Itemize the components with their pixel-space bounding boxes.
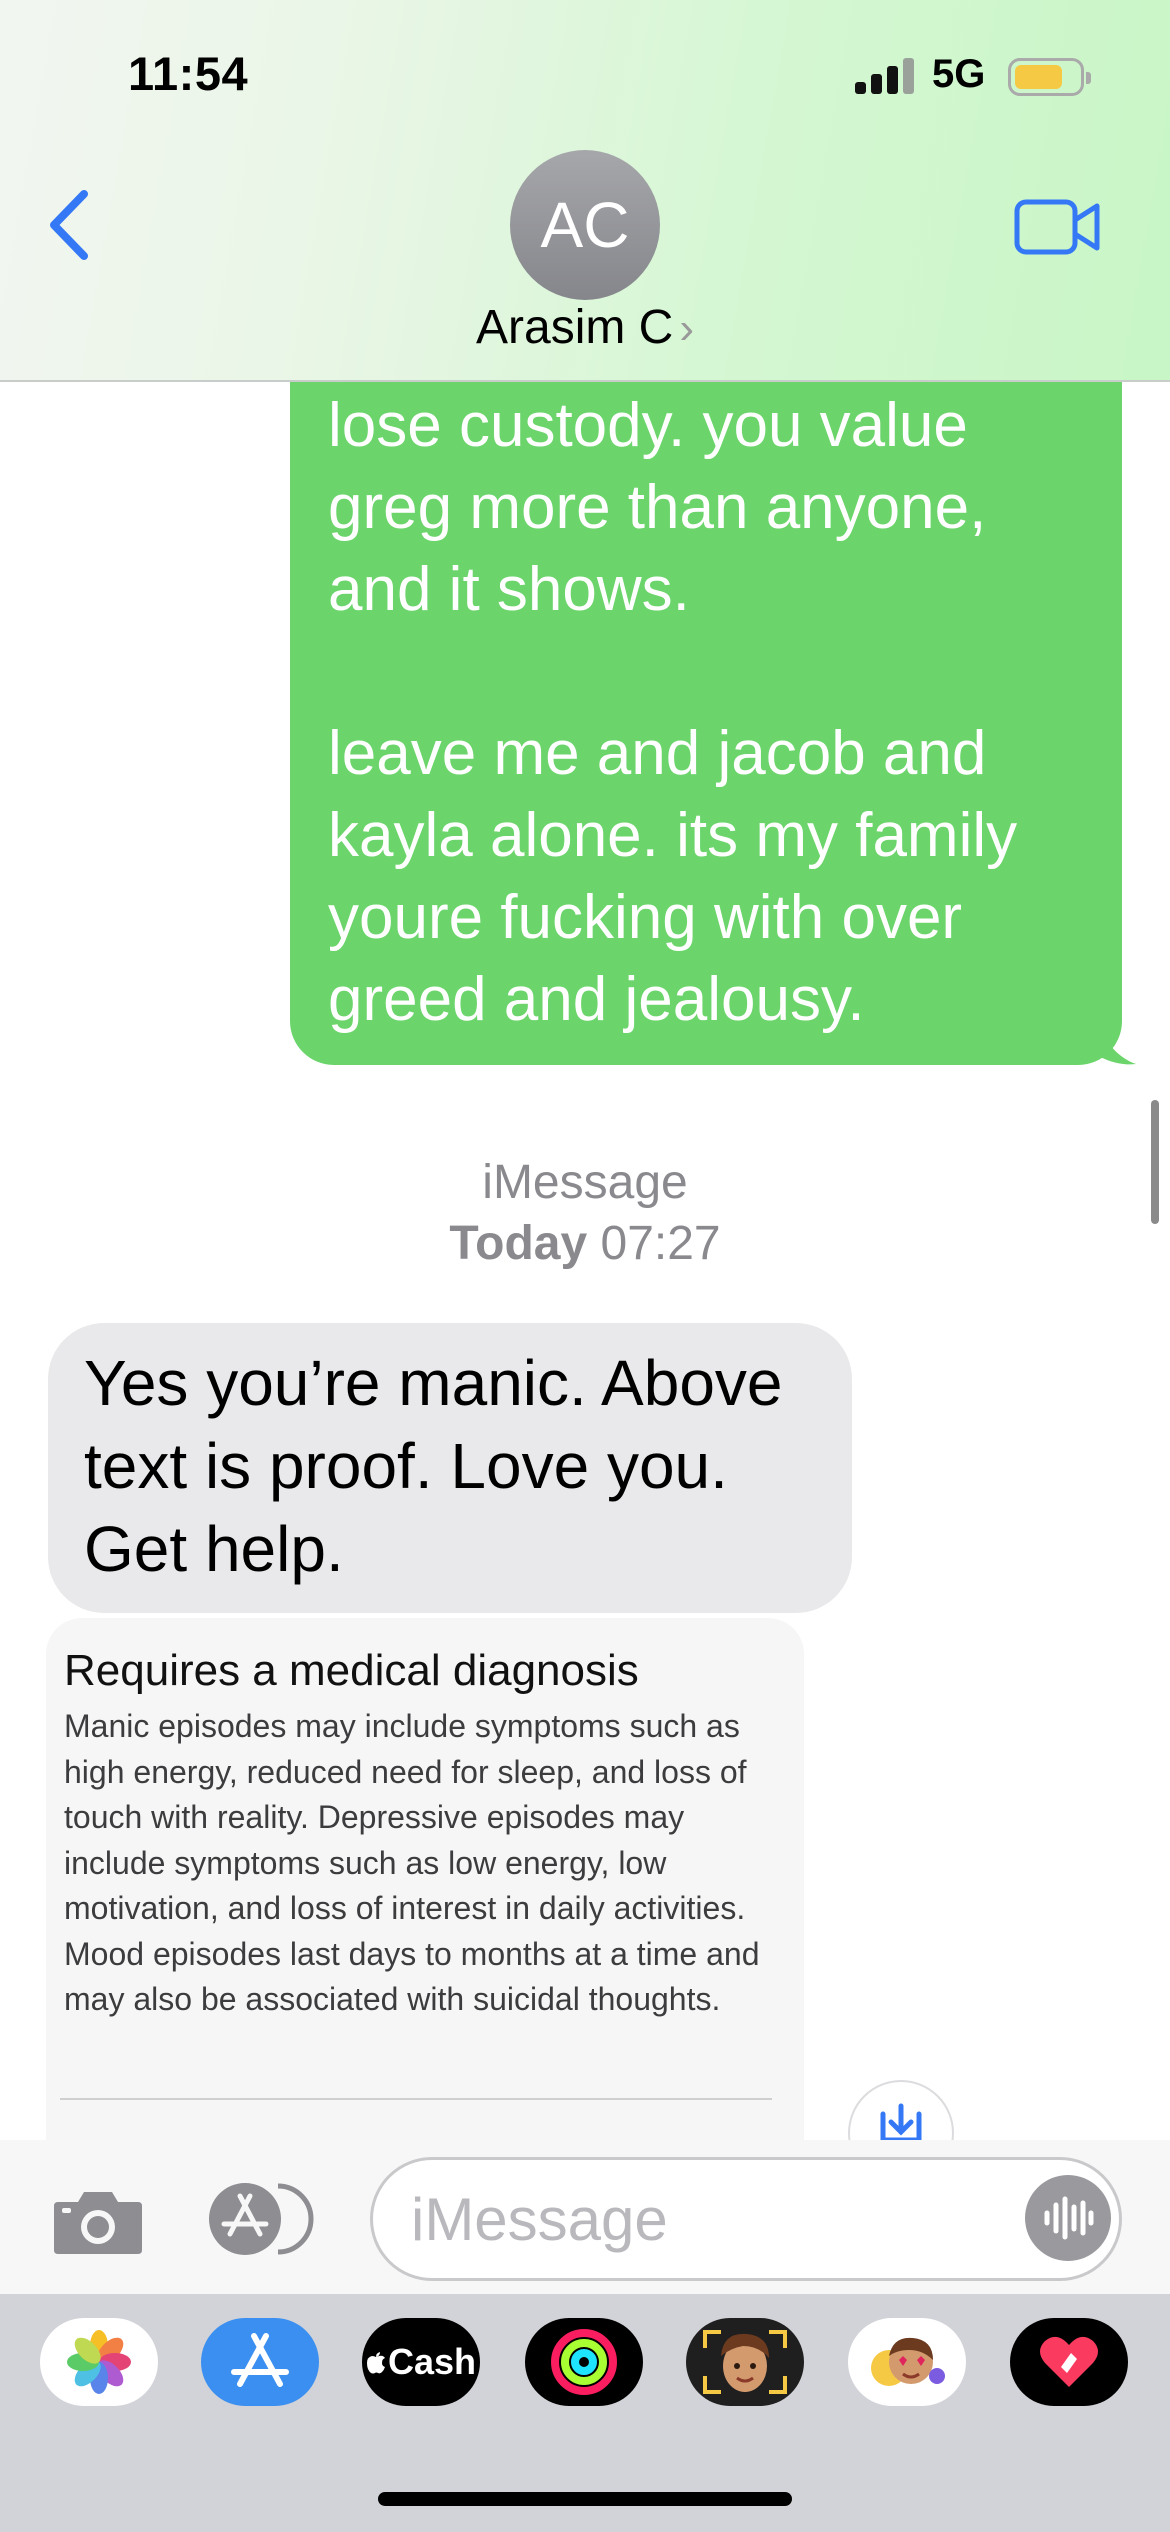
app-store-icon	[209, 2183, 314, 2255]
chevron-right-icon: ›	[679, 304, 694, 353]
divider	[60, 2098, 772, 2100]
status-time: 11:54	[128, 47, 249, 100]
message-input[interactable]	[370, 2157, 1122, 2281]
back-button[interactable]	[40, 180, 100, 270]
photos-icon	[67, 2330, 131, 2394]
message-timestamp: Today 07:27	[0, 1216, 1170, 1271]
app-store-icon	[231, 2333, 289, 2387]
received-message-text: Yes you’re manic. Above text is proof. L…	[84, 1347, 783, 1585]
chevron-left-icon	[50, 190, 88, 260]
fitness-rings-icon	[551, 2329, 617, 2395]
video-camera-icon	[1014, 199, 1100, 255]
share-icon	[880, 2103, 922, 2142]
battery-icon	[1008, 58, 1091, 96]
contact-name: Arasim C	[476, 301, 674, 354]
audio-waveform-icon	[1044, 2196, 1094, 2240]
apple-cash-label: Cash	[387, 2341, 477, 2382]
animoji-stickers-icon	[871, 2337, 945, 2386]
home-indicator[interactable]	[378, 2492, 792, 2506]
camera-button[interactable]	[52, 2186, 144, 2256]
photos-app-button[interactable]	[40, 2318, 158, 2406]
audio-message-button[interactable]	[1025, 2175, 1111, 2261]
facetime-video-button[interactable]	[1014, 198, 1102, 256]
info-card-body: Manic episodes may include symptoms such…	[64, 1708, 760, 2017]
timestamp-day: Today	[449, 1217, 588, 1270]
apple-logo-icon	[366, 2352, 385, 2374]
camera-icon	[54, 2192, 142, 2254]
memoji-icon	[703, 2330, 787, 2394]
animoji-stickers-app-button[interactable]	[848, 2318, 966, 2406]
network-type: 5G	[932, 52, 986, 96]
digital-touch-app-button[interactable]	[1010, 2318, 1128, 2406]
fitness-app-button[interactable]	[525, 2318, 643, 2406]
contact-avatar[interactable]: AC	[510, 150, 660, 300]
battery-nub	[1086, 72, 1091, 84]
timestamp-time: 07:27	[600, 1217, 721, 1270]
sent-message-text: lose custody. you value greg more than a…	[328, 391, 1018, 1034]
apple-cash-app-button[interactable]: Cash	[362, 2318, 480, 2406]
battery-level	[1015, 65, 1062, 89]
signal-strength-icon	[855, 58, 915, 94]
service-label: iMessage	[482, 1156, 688, 1209]
memoji-app-button[interactable]	[686, 2318, 804, 2406]
app-store-app-button[interactable]	[201, 2318, 319, 2406]
info-card-title: Requires a medical diagnosis	[64, 1646, 639, 1695]
digital-touch-icon	[1040, 2336, 1098, 2387]
apps-button[interactable]	[206, 2180, 322, 2258]
contact-name-button[interactable]: Arasim C ›	[0, 300, 1170, 355]
